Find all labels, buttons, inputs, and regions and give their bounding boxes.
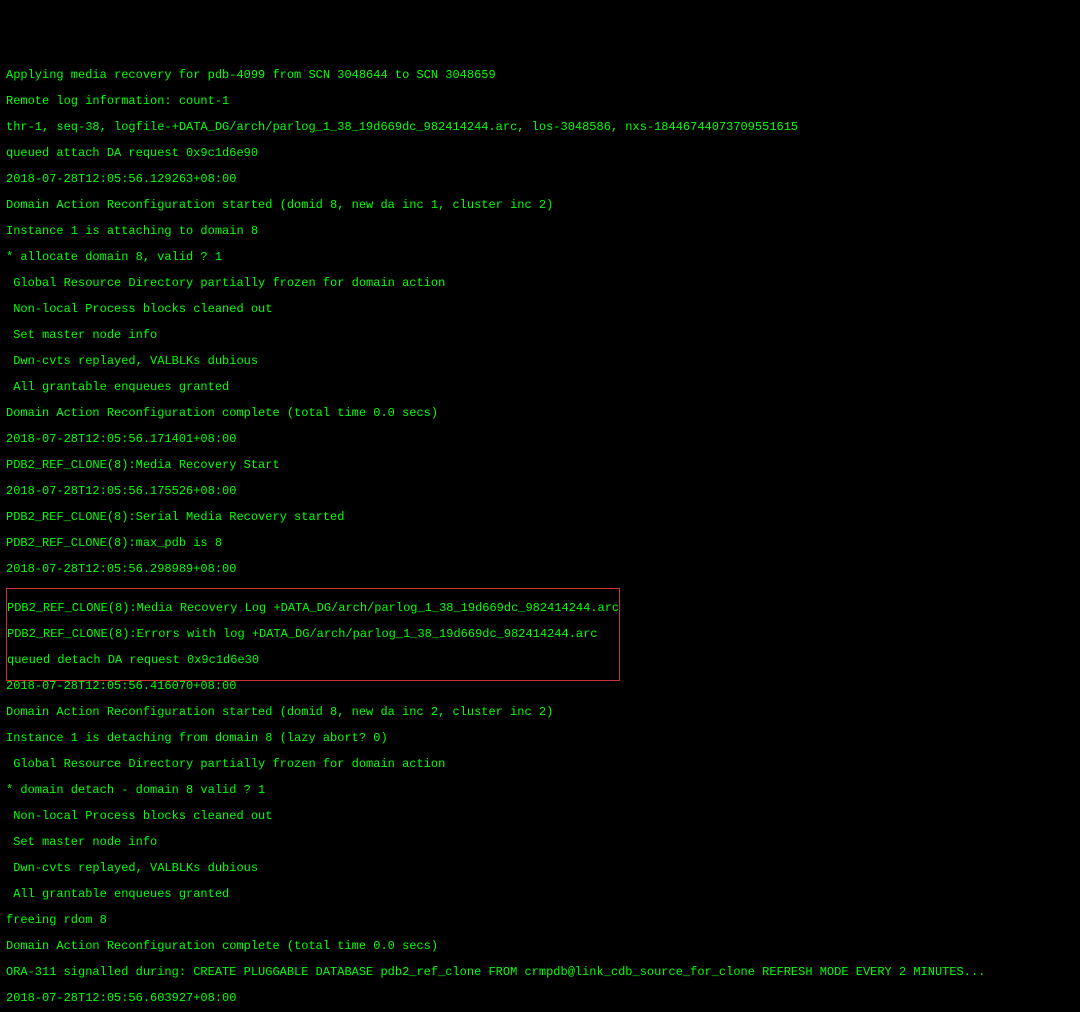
log-line: Set master node info [6, 836, 1074, 849]
log-line: Dwn-cvts replayed, VALBLKs dubious [6, 355, 1074, 368]
terminal-output: Applying media recovery for pdb-4099 fro… [6, 56, 1074, 1012]
log-line: * allocate domain 8, valid ? 1 [6, 251, 1074, 264]
log-line: Instance 1 is attaching to domain 8 [6, 225, 1074, 238]
log-line: All grantable enqueues granted [6, 888, 1074, 901]
log-line: PDB2_REF_CLONE(8):Media Recovery Start [6, 459, 1074, 472]
log-line: thr-1, seq-38, logfile-+DATA_DG/arch/par… [6, 121, 1074, 134]
log-line: Domain Action Reconfiguration started (d… [6, 199, 1074, 212]
log-line: All grantable enqueues granted [6, 381, 1074, 394]
log-line: Non-local Process blocks cleaned out [6, 810, 1074, 823]
log-line: Domain Action Reconfiguration started (d… [6, 706, 1074, 719]
log-line: 2018-07-28T12:05:56.175526+08:00 [6, 485, 1074, 498]
log-line: Global Resource Directory partially froz… [6, 758, 1074, 771]
log-line: 2018-07-28T12:05:56.129263+08:00 [6, 173, 1074, 186]
log-line: Domain Action Reconfiguration complete (… [6, 940, 1074, 953]
highlighted-error-box: PDB2_REF_CLONE(8):Media Recovery Log +DA… [6, 588, 620, 681]
log-line: 2018-07-28T12:05:56.171401+08:00 [6, 433, 1074, 446]
log-line: Domain Action Reconfiguration complete (… [6, 407, 1074, 420]
log-line: Applying media recovery for pdb-4099 fro… [6, 69, 1074, 82]
log-line-highlighted: PDB2_REF_CLONE(8):Errors with log +DATA_… [7, 628, 619, 641]
log-line: Remote log information: count-1 [6, 95, 1074, 108]
log-line: * domain detach - domain 8 valid ? 1 [6, 784, 1074, 797]
log-line: 2018-07-28T12:05:56.416070+08:00 [6, 680, 1074, 693]
log-line: Global Resource Directory partially froz… [6, 277, 1074, 290]
log-line: queued attach DA request 0x9c1d6e90 [6, 147, 1074, 160]
log-line: PDB2_REF_CLONE(8):Serial Media Recovery … [6, 511, 1074, 524]
log-line: 2018-07-28T12:05:56.603927+08:00 [6, 992, 1074, 1005]
log-line: Dwn-cvts replayed, VALBLKs dubious [6, 862, 1074, 875]
log-line-highlighted: queued detach DA request 0x9c1d6e30 [7, 654, 619, 667]
log-line: Set master node info [6, 329, 1074, 342]
log-line: Instance 1 is detaching from domain 8 (l… [6, 732, 1074, 745]
log-line: 2018-07-28T12:05:56.298989+08:00 [6, 563, 1074, 576]
log-line: PDB2_REF_CLONE(8):max_pdb is 8 [6, 537, 1074, 550]
log-line: freeing rdom 8 [6, 914, 1074, 927]
log-line-highlighted: PDB2_REF_CLONE(8):Media Recovery Log +DA… [7, 602, 619, 615]
log-line: ORA-311 signalled during: CREATE PLUGGAB… [6, 966, 1074, 979]
log-line: Non-local Process blocks cleaned out [6, 303, 1074, 316]
